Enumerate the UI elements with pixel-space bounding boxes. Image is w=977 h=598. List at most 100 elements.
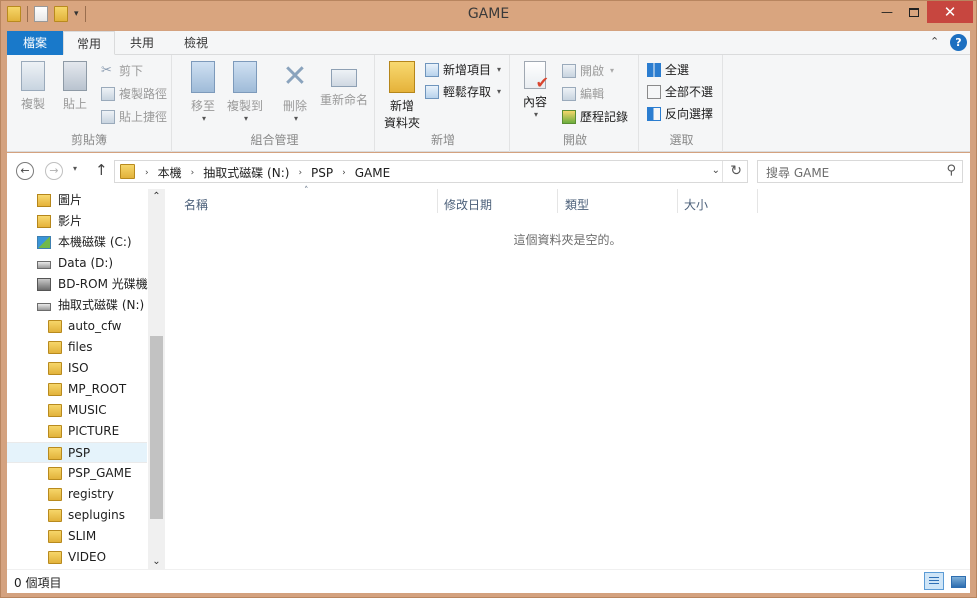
open-label: 開啟	[580, 64, 605, 78]
tree-item-mp-root[interactable]: MP_ROOT	[7, 379, 147, 400]
new-item-button[interactable]: 新增項目 ▾	[425, 60, 501, 80]
column-header-size[interactable]: 大小	[684, 196, 708, 213]
copy-button[interactable]: 複製	[17, 61, 49, 112]
chevron-right-icon[interactable]: ›	[298, 168, 302, 178]
file-list[interactable]: ˄ 名稱 修改日期 類型 大小 這個資料夾是空的。	[165, 186, 970, 569]
column-divider[interactable]	[757, 189, 758, 213]
navigation-pane: 圖片 影片 本機磁碟 (C:) Data (D:) BD-ROM 光碟機 抽取式…	[7, 189, 165, 569]
scrollbar-thumb[interactable]	[150, 336, 163, 519]
properties-icon	[524, 61, 549, 92]
move-to-button[interactable]: 移至 ▾	[185, 61, 221, 123]
tree-item-registry[interactable]: registry	[7, 484, 147, 505]
maximize-button[interactable]	[901, 1, 927, 23]
search-box[interactable]: 搜尋 GAME ⚲	[757, 160, 963, 183]
close-button[interactable]: ✕	[927, 1, 973, 23]
tree-item-label: registry	[68, 487, 114, 501]
column-divider[interactable]	[437, 189, 438, 213]
breadcrumb-item-this-pc[interactable]: 本機	[158, 164, 182, 181]
copy-icon	[21, 61, 45, 91]
easy-access-button[interactable]: 輕鬆存取 ▾	[425, 82, 501, 102]
tree-item-removable-n[interactable]: 抽取式磁碟 (N:)	[7, 295, 147, 316]
tree-item-videos[interactable]: 影片	[7, 211, 147, 232]
select-all-label: 全選	[665, 63, 690, 77]
search-input[interactable]: 搜尋 GAME	[766, 164, 829, 181]
tree-item-data-d[interactable]: Data (D:)	[7, 253, 147, 274]
breadcrumb-item-removable-drive[interactable]: 抽取式磁碟 (N:)	[203, 164, 289, 181]
column-header-date-modified[interactable]: 修改日期	[444, 196, 492, 213]
back-button[interactable]: ←	[16, 162, 34, 180]
copy-to-icon	[233, 61, 257, 93]
folder-icon	[48, 404, 62, 417]
tree-item-pictures[interactable]: 圖片	[7, 190, 147, 211]
column-divider[interactable]	[677, 189, 678, 213]
minimize-button[interactable]: —	[873, 1, 901, 23]
breadcrumb-item-psp[interactable]: PSP	[311, 166, 333, 180]
copy-path-label: 複製路徑	[119, 87, 168, 101]
tree-item-psp[interactable]: PSP	[7, 442, 147, 463]
folder-icon	[48, 509, 62, 522]
navigation-scrollbar[interactable]: ⌃ ⌄	[148, 189, 165, 569]
tree-item-local-disk-c[interactable]: 本機磁碟 (C:)	[7, 232, 147, 253]
paste-button[interactable]: 貼上	[59, 61, 91, 112]
tree-item-seplugins[interactable]: seplugins	[7, 505, 147, 526]
scroll-down-icon[interactable]: ⌄	[148, 556, 165, 567]
chevron-down-icon: ▾	[610, 66, 615, 75]
properties-button[interactable]: 內容 ▾	[520, 61, 550, 119]
collapse-ribbon-icon[interactable]: ⌃	[930, 35, 939, 48]
invert-selection-button[interactable]: 反向選擇	[647, 104, 713, 124]
edit-button[interactable]: 編輯	[562, 84, 604, 104]
details-view-icon[interactable]	[924, 572, 944, 590]
tab-view[interactable]: 檢視	[169, 31, 223, 55]
column-header-type[interactable]: 類型	[565, 196, 589, 213]
rename-label: 重新命名	[319, 93, 368, 107]
folder-icon	[48, 320, 62, 333]
chevron-right-icon[interactable]: ›	[145, 168, 149, 178]
address-bar[interactable]: › 本機 › 抽取式磁碟 (N:) › PSP › GAME ⌄ ↻	[114, 160, 748, 183]
history-button[interactable]: 歷程記錄	[562, 107, 628, 127]
open-button[interactable]: 開啟 ▾	[562, 61, 614, 81]
paste-shortcut-button[interactable]: 貼上捷徑	[101, 107, 167, 127]
new-folder-button[interactable]: 新增 資料夾	[381, 61, 423, 131]
help-icon[interactable]: ?	[950, 34, 967, 51]
rename-button[interactable]: 重新命名	[317, 61, 371, 108]
large-icons-view-icon[interactable]	[948, 572, 968, 590]
forward-button[interactable]: →	[45, 162, 63, 180]
tree-item-iso[interactable]: ISO	[7, 358, 147, 379]
cut-button[interactable]: ✂ 剪下	[101, 61, 143, 81]
delete-button[interactable]: ✕ 刪除 ▾	[279, 61, 311, 124]
tab-home[interactable]: 常用	[63, 31, 115, 55]
tree-item-music[interactable]: MUSIC	[7, 400, 147, 421]
select-all-button[interactable]: 全選	[647, 60, 689, 80]
scroll-up-icon[interactable]: ⌃	[148, 191, 165, 202]
column-header-name[interactable]: 名稱	[184, 196, 208, 213]
breadcrumb-item-game[interactable]: GAME	[355, 166, 390, 180]
up-button[interactable]: ↑	[95, 161, 108, 179]
videos-icon	[37, 215, 51, 228]
copy-to-button[interactable]: 複製到 ▾	[225, 61, 265, 123]
drive-icon	[37, 261, 51, 269]
tree-item-psp-game[interactable]: PSP_GAME	[7, 463, 147, 484]
column-divider[interactable]	[557, 189, 558, 213]
tab-file[interactable]: 檔案	[7, 31, 63, 55]
recent-locations-icon[interactable]: ▾	[73, 164, 77, 173]
copy-path-button[interactable]: 複製路徑	[101, 84, 167, 104]
new-group: 新增 資料夾 新增項目 ▾ 輕鬆存取 ▾ 新增	[377, 55, 510, 152]
chevron-right-icon[interactable]: ›	[342, 168, 346, 178]
properties-label: 內容	[522, 95, 547, 109]
clipboard-group-label: 剪貼簿	[70, 133, 107, 147]
tree-item-bd-rom[interactable]: BD-ROM 光碟機	[7, 274, 148, 295]
chevron-right-icon[interactable]: ›	[191, 168, 195, 178]
tree-item-video[interactable]: VIDEO	[7, 547, 147, 568]
tree-item-picture[interactable]: PICTURE	[7, 421, 147, 442]
tree-item-auto-cfw[interactable]: auto_cfw	[7, 316, 147, 337]
tab-share[interactable]: 共用	[115, 31, 169, 55]
tree-item-slim[interactable]: SLIM	[7, 526, 147, 547]
tree-item-files[interactable]: files	[7, 337, 147, 358]
select-none-button[interactable]: 全部不選	[647, 82, 713, 102]
search-icon[interactable]: ⚲	[946, 163, 956, 178]
address-history-icon[interactable]: ⌄	[712, 165, 720, 176]
refresh-icon[interactable]: ↻	[730, 163, 742, 179]
new-group-label: 新增	[430, 133, 455, 147]
move-to-label: 移至	[190, 99, 215, 113]
system-drive-icon	[37, 236, 51, 249]
